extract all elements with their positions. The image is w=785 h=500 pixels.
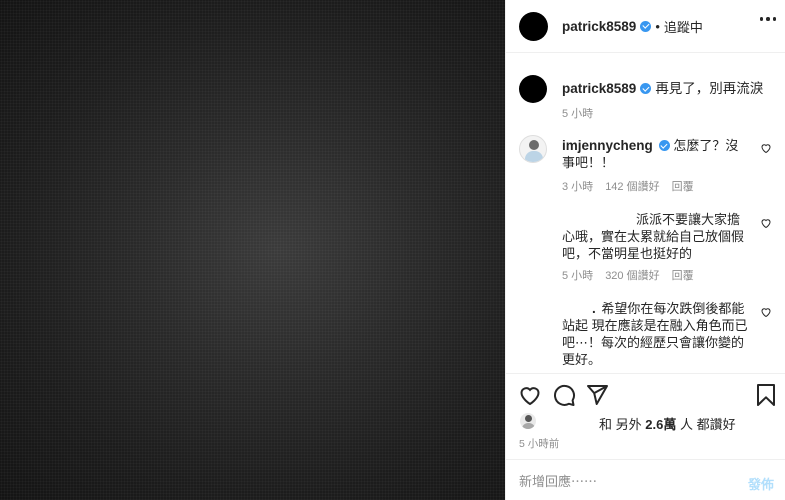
post-comment-button[interactable]: 發佈: [748, 474, 774, 493]
comment-text: 派派不要讓大家擔心哦，實在太累就給自己放個假吧，不當明星也挺好的: [562, 212, 745, 261]
comment-text: 希望你在每次跌倒後都能站起 現在應該是在融入角色而已吧⋯！每次的經歷只會讓你變的…: [562, 301, 748, 367]
verified-badge-icon: [640, 20, 652, 32]
caption-time[interactable]: 5 小時: [562, 105, 593, 121]
comment-body: 派派不要讓大家擔心哦，實在太累就給自己放個假吧，不當明星也挺好的: [562, 211, 748, 262]
author-avatar[interactable]: [519, 11, 548, 41]
caption-text-row: patrick8589 再見了，別再流淚: [562, 77, 763, 97]
comment-bubble-icon[interactable]: [552, 383, 576, 407]
verified-badge-icon: [658, 140, 670, 151]
likes-text: 和 另外 2.6萬 人 都讚好: [599, 414, 736, 433]
caption-text: 再見了，別再流淚: [655, 81, 764, 96]
likes-suffix: 人 都讚好: [679, 417, 736, 432]
commenter-avatar[interactable]: [519, 135, 547, 163]
comment-heart-icon[interactable]: [760, 306, 772, 318]
reply-button[interactable]: 回覆: [672, 181, 694, 193]
comment-likes[interactable]: 320 個讚好: [605, 270, 659, 282]
comment-time: 3 小時: [562, 181, 594, 193]
likes-prefix: 和 另外: [599, 417, 642, 432]
add-comment-bar: 發佈: [506, 459, 785, 500]
post-actions: [506, 373, 785, 411]
following-button[interactable]: 追蹤中: [664, 17, 703, 36]
comment-heart-icon[interactable]: [760, 217, 772, 229]
verified-badge-icon: [640, 83, 652, 94]
caption-username[interactable]: patrick8589: [562, 81, 636, 96]
likes-summary: 和 另外 2.6萬 人 都讚好: [519, 410, 779, 432]
liker-avatar[interactable]: [519, 412, 537, 430]
post-panel: patrick8589 • 追蹤中 patrick8589 再見了，別再流淚 5 …: [505, 0, 785, 500]
comment-username[interactable]: .: [592, 301, 596, 316]
comment-heart-icon[interactable]: [760, 142, 772, 154]
paper-plane-icon[interactable]: [585, 383, 609, 407]
reply-button[interactable]: 回覆: [672, 270, 694, 282]
comments-list[interactable]: patrick8589 再見了，別再流淚 5 小時 imjennycheng 怎麼…: [506, 60, 785, 373]
comment-likes[interactable]: 142 個讚好: [605, 181, 659, 193]
author-username[interactable]: patrick8589: [562, 19, 636, 34]
post-header: patrick8589 • 追蹤中: [506, 0, 785, 53]
comment-input[interactable]: [519, 470, 739, 492]
comment-time: 5 小時: [562, 270, 594, 282]
likes-count[interactable]: 2.6萬: [645, 417, 676, 432]
caption-avatar[interactable]: [519, 75, 547, 103]
comment-username[interactable]: imjennycheng: [562, 138, 653, 153]
comment-body: imjennycheng 怎麼了？沒事吧！！: [562, 137, 748, 171]
bookmark-icon[interactable]: [754, 383, 778, 407]
heart-icon[interactable]: [518, 383, 542, 407]
follow-separator: •: [655, 18, 660, 34]
post-image[interactable]: [0, 0, 505, 500]
comment-body: . 希望你在每次跌倒後都能站起 現在應該是在融入角色而已吧⋯！每次的經歷只會讓你…: [562, 300, 748, 368]
comment-meta: 3 小時 142 個讚好 回覆: [562, 178, 706, 194]
more-options-icon[interactable]: [759, 17, 776, 21]
comment-meta: 5 小時 320 個讚好 回覆: [562, 267, 706, 283]
post-timestamp[interactable]: 5 小時前: [519, 436, 559, 451]
